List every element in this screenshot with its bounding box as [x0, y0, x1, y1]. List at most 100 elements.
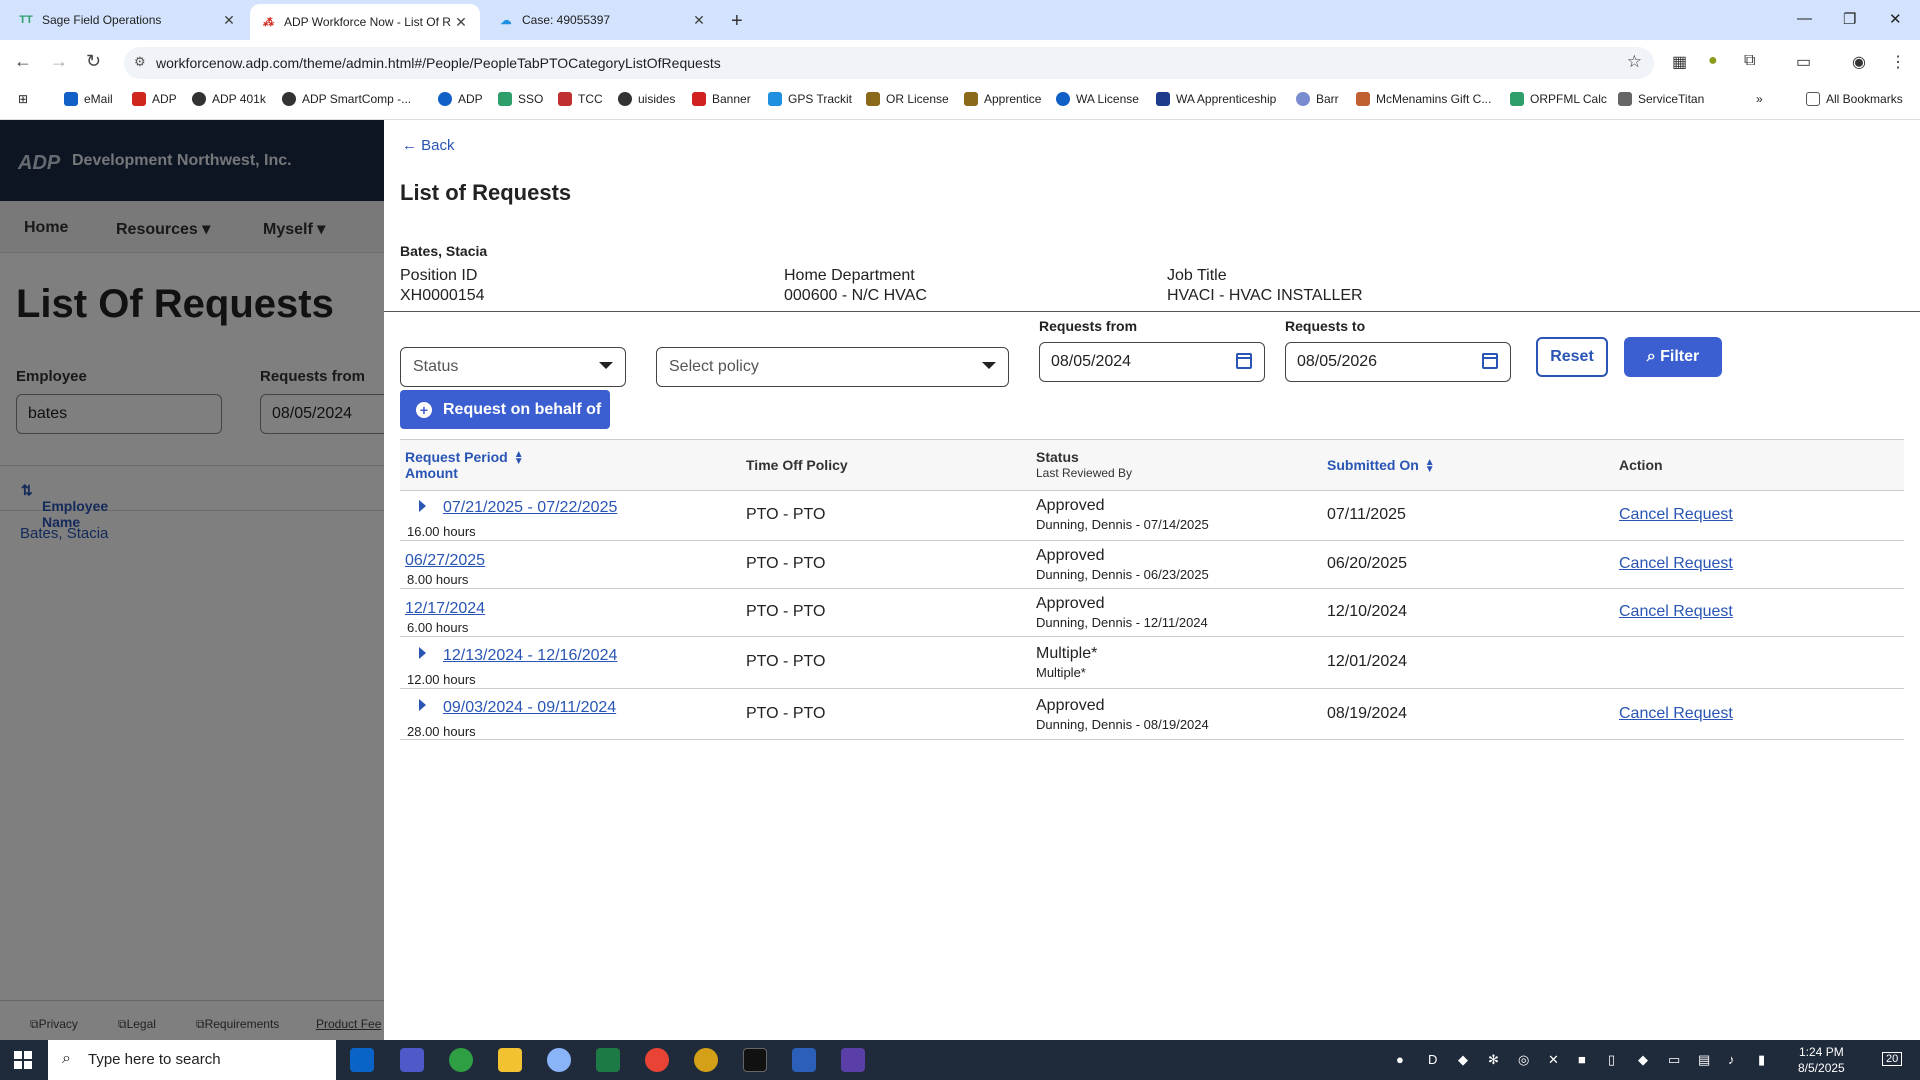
col-request-period[interactable]: Request Period ▲ ▼ Amount	[405, 449, 524, 481]
chrome-icon[interactable]	[645, 1048, 669, 1072]
request-period-link[interactable]: 07/21/2025 - 07/22/2025	[443, 499, 617, 517]
bookmark-item[interactable]: Apprentice	[964, 92, 1041, 106]
extension-icon[interactable]: ▦	[1672, 52, 1687, 72]
request-period-link[interactable]: 06/27/2025	[405, 552, 485, 570]
bookmark-item[interactable]: TCC	[558, 92, 603, 106]
table-row	[400, 637, 1904, 689]
taskbar-search-input[interactable]: ⌕ Type here to search	[48, 1040, 336, 1080]
tray-icon[interactable]: ✕	[1548, 1052, 1559, 1068]
back-link[interactable]: ← Back	[402, 137, 455, 154]
bookmark-star-icon[interactable]: ☆	[1627, 52, 1642, 72]
site-info-icon[interactable]: ⚙	[134, 54, 146, 70]
side-panel-icon[interactable]: ▭	[1796, 52, 1811, 72]
requests-from-date[interactable]: 08/05/2024	[1039, 342, 1265, 382]
bookmark-item[interactable]: uisides	[618, 92, 675, 106]
reset-button[interactable]: Reset	[1536, 337, 1608, 377]
modal-backdrop[interactable]	[0, 120, 384, 1040]
close-icon[interactable]: ✕	[690, 12, 708, 29]
submitted-on: 07/11/2025	[1327, 506, 1406, 523]
teams-icon[interactable]	[400, 1048, 424, 1072]
back-arrow-icon[interactable]: ←	[14, 51, 32, 72]
tray-icon[interactable]: ✻	[1488, 1052, 1499, 1068]
bookmark-item[interactable]: ADP	[438, 92, 483, 106]
submitted-on: 12/01/2024	[1327, 653, 1408, 670]
cancel-request-link[interactable]: Cancel Request	[1619, 506, 1733, 524]
bookmark-item[interactable]: ADP SmartComp -...	[282, 92, 411, 106]
outlook-icon[interactable]	[350, 1048, 374, 1072]
request-on-behalf-button[interactable]: + Request on behalf of	[400, 390, 610, 429]
request-period-link[interactable]: 12/17/2024	[405, 600, 485, 618]
extension-icon[interactable]: ●	[1708, 52, 1718, 70]
close-icon[interactable]: ✕	[452, 14, 470, 31]
request-period-link[interactable]: 09/03/2024 - 09/11/2024	[443, 699, 616, 717]
app-icon[interactable]	[449, 1048, 473, 1072]
expand-caret-icon[interactable]	[419, 647, 426, 659]
tray-icon[interactable]: ◎	[1518, 1052, 1529, 1068]
bookmark-item[interactable]: ORPFML Calc	[1510, 92, 1607, 106]
windows-start-icon[interactable]	[14, 1051, 32, 1069]
more-bookmarks-icon[interactable]: »	[1756, 92, 1763, 106]
menu-kebab-icon[interactable]: ⋮	[1890, 52, 1906, 72]
omnibox[interactable]: ⚙ workforcenow.adp.com/theme/admin.html#…	[124, 47, 1654, 79]
panel-title: List of Requests	[400, 180, 572, 205]
tray-icon[interactable]: ●	[1396, 1052, 1404, 1067]
filter-button[interactable]: ⌕ Filter	[1624, 337, 1722, 377]
word-icon[interactable]	[792, 1048, 816, 1072]
expand-caret-icon[interactable]	[419, 500, 426, 512]
status-select[interactable]: Status	[400, 347, 626, 387]
microphone-icon[interactable]: ▮	[1758, 1052, 1765, 1068]
profile-icon[interactable]: ◉	[1852, 52, 1866, 72]
expand-caret-icon[interactable]	[419, 699, 426, 711]
forward-arrow-icon[interactable]: →	[50, 51, 68, 72]
tab-adp[interactable]: ⁂ ADP Workforce Now - List Of R ✕	[250, 4, 480, 40]
app-icon[interactable]	[694, 1048, 718, 1072]
acrobat-icon[interactable]	[743, 1048, 767, 1072]
minimize-icon[interactable]: —	[1797, 10, 1812, 27]
notifications-badge[interactable]: 20	[1882, 1052, 1903, 1066]
tab-sage[interactable]: TT Sage Field Operations ✕	[8, 0, 248, 40]
reload-icon[interactable]: ↻	[86, 51, 101, 72]
clock[interactable]: 1:24 PM 8/5/2025	[1798, 1044, 1845, 1076]
bookmark-item[interactable]: WA Apprenticeship	[1156, 92, 1276, 106]
bookmark-item[interactable]: OR License	[866, 92, 949, 106]
tray-icon[interactable]: ▯	[1608, 1052, 1615, 1068]
battery-icon[interactable]: ▭	[1668, 1052, 1680, 1068]
col-submitted-on[interactable]: Submitted On ▲ ▼	[1327, 457, 1435, 475]
bookmark-item[interactable]: GPS Trackit	[768, 92, 852, 106]
tab-case[interactable]: ☁ Case: 49055397 ✕	[488, 0, 718, 40]
network-icon[interactable]: ▤	[1698, 1052, 1710, 1068]
apps-grid-icon[interactable]: ⊞	[18, 92, 28, 106]
extensions-puzzle-icon[interactable]: ⧉	[1744, 52, 1755, 70]
close-icon[interactable]: ✕	[220, 12, 238, 29]
bookmark-item[interactable]: ServiceTitan	[1618, 92, 1704, 106]
all-bookmarks[interactable]: All Bookmarks	[1806, 92, 1903, 106]
cancel-request-link[interactable]: Cancel Request	[1619, 555, 1733, 573]
excel-icon[interactable]	[596, 1048, 620, 1072]
position-id: Position ID XH0000154	[400, 267, 485, 304]
bookmark-item[interactable]: ADP	[132, 92, 177, 106]
cancel-request-link[interactable]: Cancel Request	[1619, 705, 1733, 723]
cancel-request-link[interactable]: Cancel Request	[1619, 603, 1733, 621]
bookmark-item[interactable]: WA License	[1056, 92, 1139, 106]
tray-icon[interactable]: ◆	[1638, 1052, 1648, 1068]
bookmark-item[interactable]: SSO	[498, 92, 543, 106]
bookmark-item[interactable]: Banner	[692, 92, 751, 106]
volume-icon[interactable]: ♪	[1728, 1052, 1735, 1067]
app-icon[interactable]	[841, 1048, 865, 1072]
tray-icon[interactable]: ◆	[1458, 1052, 1468, 1068]
restore-icon[interactable]: ❐	[1843, 10, 1856, 28]
policy-select[interactable]: Select policy	[656, 347, 1009, 387]
tray-icon[interactable]: D	[1428, 1052, 1437, 1067]
bookmark-item[interactable]: Barr	[1296, 92, 1339, 106]
requests-to-date[interactable]: 08/05/2026	[1285, 342, 1511, 382]
close-window-icon[interactable]: ✕	[1889, 10, 1902, 28]
bookmark-item[interactable]: McMenamins Gift C...	[1356, 92, 1491, 106]
tray-icon[interactable]: ■	[1578, 1052, 1586, 1067]
url-text[interactable]: workforcenow.adp.com/theme/admin.html#/P…	[156, 55, 721, 71]
new-tab-icon[interactable]: +	[731, 10, 743, 33]
file-explorer-icon[interactable]	[498, 1048, 522, 1072]
request-period-link[interactable]: 12/13/2024 - 12/16/2024	[443, 647, 617, 665]
app-icon[interactable]	[547, 1048, 571, 1072]
bookmark-item[interactable]: ADP 401k	[192, 92, 266, 106]
bookmark-item[interactable]: eMail	[64, 92, 113, 106]
